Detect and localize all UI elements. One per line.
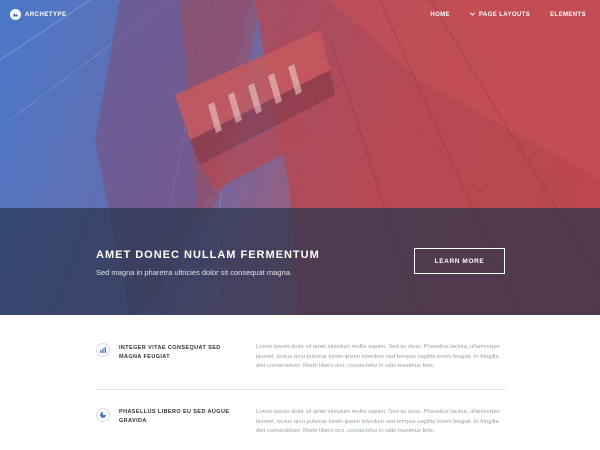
hero-subtitle: Sed magna in pharetra ultricies dolor si…: [96, 268, 292, 277]
nav-item-elements[interactable]: ELEMENTS: [550, 12, 586, 18]
hero-title: AMET DONEC NULLAM FERMENTUM: [96, 249, 320, 261]
logo-icon: [10, 9, 21, 20]
feature-item: INTEGER VITAE CONSEQUAT SED MAGNA FEUGIA…: [96, 315, 506, 389]
feature-text: Lorem ipsum dolor sit amet interdum moll…: [256, 409, 501, 435]
nav-item-label: PAGE LAYOUTS: [478, 12, 531, 18]
nav-item-page-layouts[interactable]: PAGE LAYOUTS: [470, 12, 530, 18]
feature-title: INTEGER VITAE CONSEQUAT SED MAGNA FEUGIA…: [119, 345, 221, 360]
pie-chart-icon: [96, 408, 110, 422]
nav-menu: HOME PAGE LAYOUTS ELEMENTS: [430, 12, 586, 18]
chart-icon: [96, 343, 110, 357]
brand-name: ARCHETYPE: [25, 11, 67, 18]
brand-logo[interactable]: ARCHETYPE: [10, 9, 67, 20]
feature-title: PHASELLUS LIBERO EU SED AUGUE GRAVIDA: [119, 409, 230, 424]
top-nav: ARCHETYPE HOME PAGE LAYOUTS ELEMENTS: [0, 0, 600, 30]
feature-text: Lorem ipsum dolor sit amet interdum moll…: [256, 344, 501, 370]
hero-banner: AMET DONEC NULLAM FERMENTUM Sed magna in…: [0, 208, 600, 315]
nav-item-home[interactable]: HOME: [430, 12, 450, 18]
learn-more-button[interactable]: LEARN MORE: [414, 248, 505, 274]
feature-item: PHASELLUS LIBERO EU SED AUGUE GRAVIDA Lo…: [96, 389, 506, 450]
nav-item-label: ELEMENTS: [550, 12, 586, 18]
hero-section: ARCHETYPE HOME PAGE LAYOUTS ELEMENTS AME…: [0, 0, 600, 315]
nav-item-label: HOME: [430, 12, 450, 18]
chevron-down-icon: [470, 12, 475, 18]
features-list: INTEGER VITAE CONSEQUAT SED MAGNA FEUGIA…: [96, 315, 506, 450]
